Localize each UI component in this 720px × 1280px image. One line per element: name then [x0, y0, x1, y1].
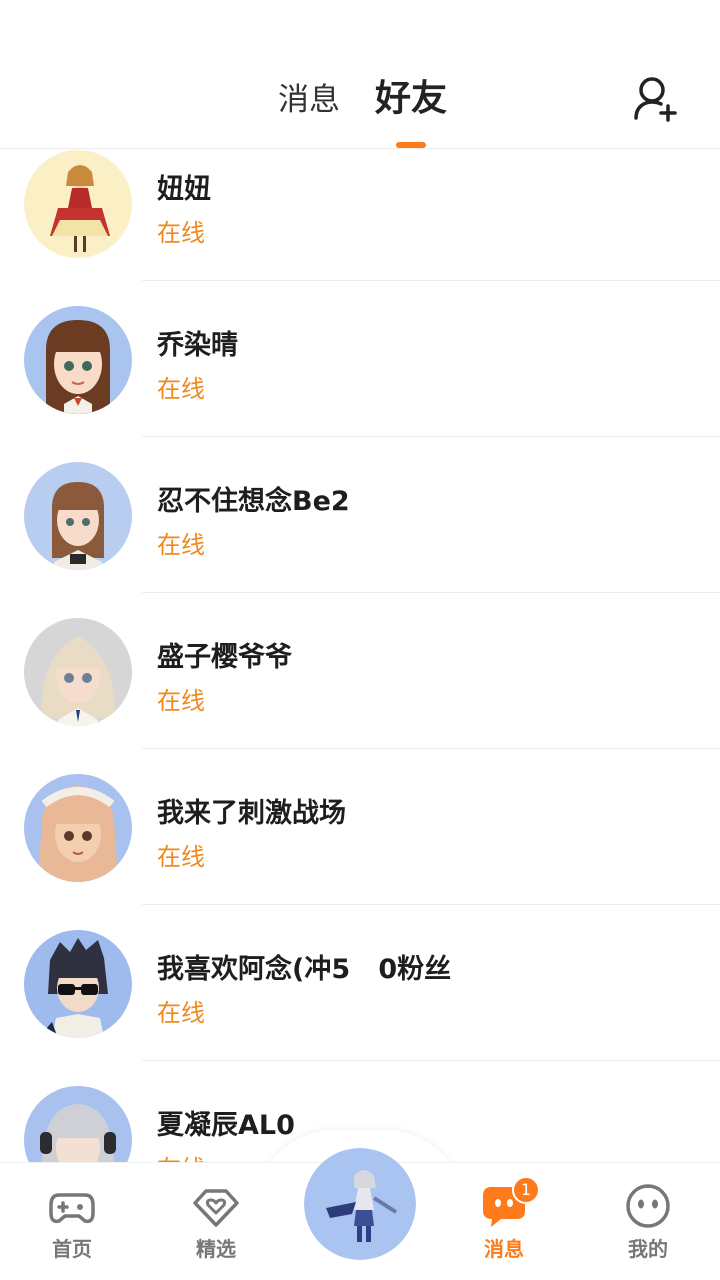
friend-status: 在线: [157, 999, 205, 1027]
nav-home[interactable]: 首页: [22, 1163, 122, 1280]
heart-diamond-icon: [193, 1189, 239, 1227]
nav-messages[interactable]: 消息: [454, 1163, 554, 1280]
top-header: 消息 好友: [0, 0, 720, 149]
friend-status: 在线: [157, 219, 205, 247]
friend-status: 在线: [157, 1149, 205, 1162]
gamepad-icon: [49, 1193, 95, 1224]
tab-messages[interactable]: 消息: [278, 78, 340, 122]
tab-friends[interactable]: 好友: [375, 77, 447, 121]
avatar[interactable]: [24, 930, 132, 1038]
friend-list[interactable]: 妞妞 在线 乔染晴 在线 忍不住想念Be2 在线 盛子樱爷爷 在线 我来了刺激战…: [0, 149, 720, 1162]
avatar[interactable]: [24, 150, 132, 258]
friend-status: 在线: [157, 375, 205, 403]
nav-home-label: 首页: [52, 1237, 92, 1261]
list-item[interactable]: 盛子樱爷爷 在线: [0, 593, 720, 749]
nav-featured-label: 精选: [196, 1237, 236, 1261]
active-tab-indicator: [396, 142, 426, 148]
friend-name: 我来了刺激战场: [157, 798, 346, 829]
friend-status: 在线: [157, 687, 205, 715]
face-icon: [626, 1184, 670, 1228]
list-item[interactable]: 我来了刺激战场 在线: [0, 749, 720, 905]
friend-name: 忍不住想念Be2: [157, 486, 350, 517]
nav-me[interactable]: 我的: [598, 1163, 698, 1280]
list-item[interactable]: 我喜欢阿念(冲5 0粉丝 在线: [0, 905, 720, 1061]
nav-featured[interactable]: 精选: [166, 1163, 266, 1280]
friend-name: 妞妞: [157, 174, 211, 205]
avatar[interactable]: [24, 462, 132, 570]
list-item[interactable]: 忍不住想念Be2 在线: [0, 437, 720, 593]
center-character-button[interactable]: [304, 1148, 416, 1260]
friend-status: 在线: [157, 843, 205, 871]
nav-me-label: 我的: [628, 1237, 668, 1261]
tab-bar: 消息 好友: [0, 78, 720, 122]
avatar[interactable]: [24, 306, 132, 414]
unread-badge: 1: [512, 1176, 540, 1204]
list-item[interactable]: 乔染晴 在线: [0, 281, 720, 437]
friend-status: 在线: [157, 531, 205, 559]
friend-name: 盛子樱爷爷: [157, 642, 292, 673]
avatar[interactable]: [24, 1086, 132, 1162]
add-user-icon[interactable]: [632, 74, 682, 124]
avatar[interactable]: [24, 774, 132, 882]
avatar[interactable]: [24, 618, 132, 726]
nav-messages-label: 消息: [484, 1237, 524, 1261]
friend-name: 乔染晴: [157, 330, 238, 361]
friend-name: 我喜欢阿念(冲5 0粉丝: [157, 954, 452, 985]
friend-name: 夏凝辰AL0: [157, 1110, 295, 1141]
list-item[interactable]: 妞妞 在线: [0, 149, 720, 281]
